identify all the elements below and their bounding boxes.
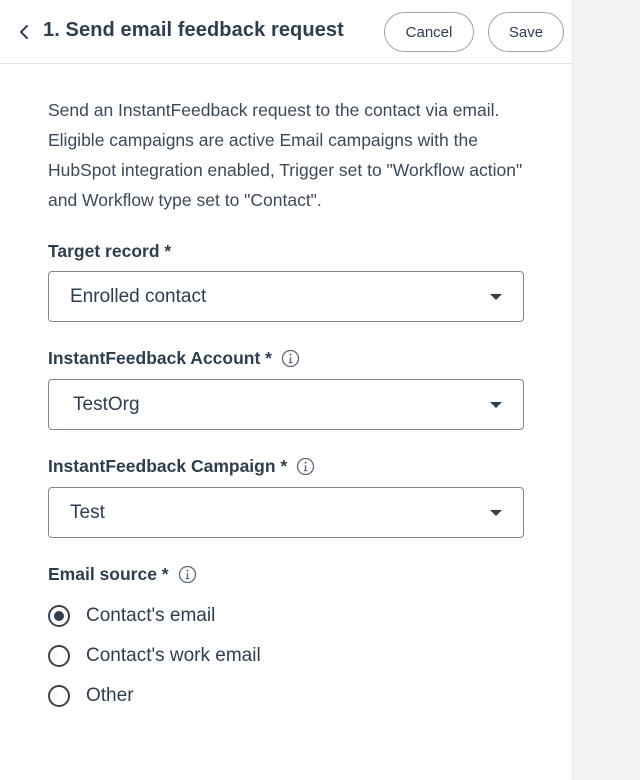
radio-label: Contact's email [86,605,216,626]
campaign-label: InstantFeedback Campaign * [48,456,315,477]
email-source-option-work-email[interactable]: Contact's work email [48,642,261,670]
radio-selected-dot [54,611,64,621]
radio-label: Contact's work email [86,645,261,666]
radio-label: Other [86,685,134,706]
cancel-button[interactable]: Cancel [384,12,474,52]
target-record-value: Enrolled contact [70,286,207,307]
email-source-option-other[interactable]: Other [48,682,134,710]
email-source-label: Email source * [48,564,197,585]
account-select[interactable]: TestOrg [48,379,524,430]
account-label: InstantFeedback Account * [48,348,300,369]
caret-down-icon [490,510,502,516]
radio-button-selected[interactable] [48,605,70,627]
background-gutter [572,0,640,780]
page-title: 1. Send email feedback request [43,19,344,41]
target-record-label-text: Target record * [48,241,172,261]
workflow-action-panel: 1. Send email feedback request Cancel Sa… [0,0,572,780]
action-description: Send an InstantFeedback request to the c… [48,100,523,210]
info-icon[interactable] [296,457,315,476]
campaign-value: Test [70,502,105,523]
info-icon[interactable] [281,349,300,368]
page: 1. Send email feedback request Cancel Sa… [0,0,640,780]
radio-button[interactable] [48,645,70,667]
caret-down-icon [490,294,502,300]
account-value: TestOrg [73,394,140,415]
save-button[interactable]: Save [488,12,564,52]
campaign-label-text: InstantFeedback Campaign * [48,456,288,476]
caret-down-icon [490,402,502,408]
account-label-text: InstantFeedback Account * [48,348,272,368]
target-record-label: Target record * [48,241,171,262]
radio-button[interactable] [48,685,70,707]
email-source-option-contact-email[interactable]: Contact's email [48,602,215,630]
email-source-label-text: Email source * [48,564,169,584]
target-record-select[interactable]: Enrolled contact [48,271,524,322]
campaign-select[interactable]: Test [48,487,524,538]
back-button[interactable] [12,20,36,44]
info-icon[interactable] [178,565,197,584]
chevron-left-icon [20,25,28,39]
panel-header: 1. Send email feedback request Cancel Sa… [0,0,572,64]
